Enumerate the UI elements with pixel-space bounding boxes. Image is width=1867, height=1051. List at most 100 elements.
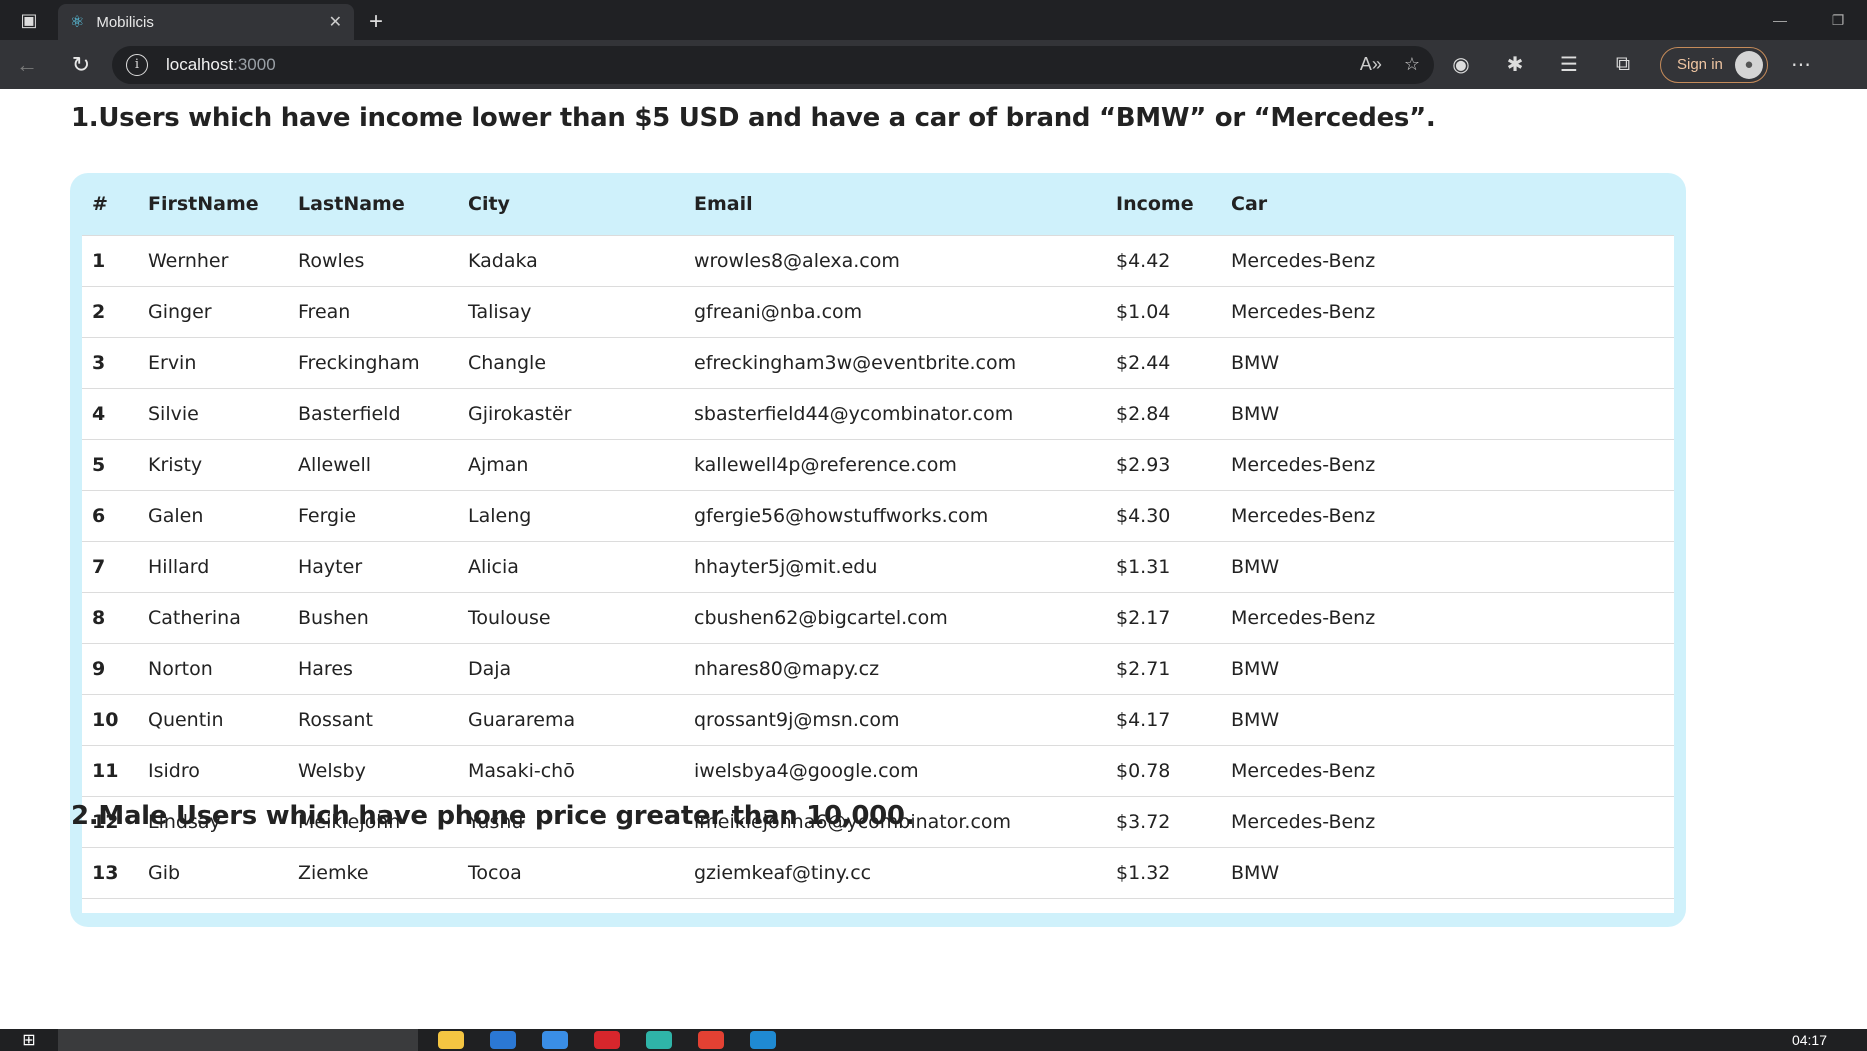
table-cell: Hares [298, 657, 353, 680]
windows-start-icon[interactable]: ⊞ [0, 1030, 58, 1050]
url-port: :3000 [233, 54, 276, 74]
table-cell: Quentin [148, 708, 224, 731]
table-cell: wrowles8@alexa.com [694, 249, 900, 272]
table-cell: Mercedes-Benz [1231, 300, 1376, 323]
column-header: Income [1116, 192, 1194, 215]
section-2-heading: 2.Male Users which have phone price grea… [71, 801, 915, 831]
table-row: 6 Galen Fergie Laleng gfergie56@howstuffwork… [82, 490, 1674, 541]
file-explorer-icon[interactable] [438, 1031, 464, 1049]
chrome-icon[interactable] [698, 1031, 724, 1049]
table-cell: Frean [298, 300, 351, 323]
table-cell: BMW [1231, 555, 1280, 578]
taskbar-clock: 04:17 [1791, 1032, 1827, 1048]
close-tab-icon[interactable]: ✕ [329, 12, 342, 32]
extensions-icon[interactable]: ✱ [1488, 52, 1542, 77]
table-cell: gziemkeaf@tiny.cc [694, 861, 872, 884]
tab-title: Mobilicis [96, 13, 154, 31]
column-header: City [468, 192, 510, 215]
profile-avatar-icon: ● [1734, 50, 1763, 79]
table-bottom-spacer [82, 898, 1674, 913]
table-cell: Wernher [148, 249, 229, 272]
minimize-icon[interactable]: — [1751, 0, 1809, 40]
table-cell: 8 [92, 606, 106, 629]
table-cell: 11 [92, 759, 119, 782]
table-row: 8 Catherina Bushen Toulouse cbushen62@bigcar… [82, 592, 1674, 643]
table-cell: gfergie56@howstuffworks.com [694, 504, 989, 527]
table-cell: $2.17 [1116, 606, 1171, 629]
table-cell: Kristy [148, 453, 203, 476]
table-cell: Rossant [298, 708, 373, 731]
table-cell: Catherina [148, 606, 241, 629]
table-cell: $2.71 [1116, 657, 1171, 680]
table-row: 13 Gib Ziemke Tocoa gziemkeaf@tiny.cc $1.32 BM… [82, 847, 1674, 898]
table-cell: $2.44 [1116, 351, 1171, 374]
table-cell: Laleng [468, 504, 532, 527]
table-cell: Norton [148, 657, 213, 680]
table-cell: Mercedes-Benz [1231, 453, 1376, 476]
new-tab-button[interactable]: + [354, 4, 398, 40]
table-cell: $1.04 [1116, 300, 1171, 323]
table-cell: $1.32 [1116, 861, 1171, 884]
restore-icon[interactable]: ❐ [1809, 0, 1867, 40]
browser-tab[interactable]: ⚛ Mobilicis ✕ [58, 4, 354, 40]
table-row: 9 Norton Hares Daja nhares80@mapy.cz $2.71 BMW [82, 643, 1674, 694]
read-aloud-icon[interactable]: A» [1360, 54, 1382, 75]
table-cell: 10 [92, 708, 119, 731]
reload-button[interactable]: ↻ [54, 40, 108, 89]
table-cell: BMW [1231, 657, 1280, 680]
favorites-icon[interactable]: ☰ [1542, 52, 1596, 77]
table-cell: Gib [148, 861, 181, 884]
table-cell: 5 [92, 453, 106, 476]
table-body: 1 Wernher Rowles Kadaka wrowles8@alexa.com $4… [82, 235, 1674, 898]
table-cell: Tocoa [468, 861, 522, 884]
edge-icon[interactable] [646, 1031, 672, 1049]
table-row: 4 Silvie Basterfield Gjirokastër sbasterfiel… [82, 388, 1674, 439]
browser-tab-strip: ▣ ⚛ Mobilicis ✕ + — ❐ [0, 0, 1867, 40]
table-cell: Ajman [468, 453, 529, 476]
table-row: 1 Wernher Rowles Kadaka wrowles8@alexa.com $4… [82, 235, 1674, 286]
column-header: FirstName [148, 192, 259, 215]
table-cell: 13 [92, 861, 119, 884]
react-favicon-icon: ⚛ [70, 14, 85, 31]
site-info-icon[interactable]: i [126, 53, 148, 76]
table-cell: Hillard [148, 555, 210, 578]
table-cell: Mercedes-Benz [1231, 810, 1376, 833]
table-cell: sbasterfield44@ycombinator.com [694, 402, 1014, 425]
table-cell: cbushen62@bigcartel.com [694, 606, 948, 629]
add-favorite-icon[interactable]: ☆ [1404, 54, 1420, 75]
taskbar-apps [438, 1031, 776, 1049]
table-cell: Alicia [468, 555, 519, 578]
window-controls: — ❐ [1751, 0, 1867, 40]
store-icon[interactable] [542, 1031, 568, 1049]
table-cell: Toulouse [468, 606, 551, 629]
address-bar[interactable]: i localhost :3000 A» ☆ [112, 45, 1434, 84]
table-cell: Gjirokastër [468, 402, 572, 425]
table-header-row: # FirstName LastName City Email Income Car [82, 173, 1674, 235]
copilot-icon[interactable]: ◉ [1434, 52, 1488, 77]
os-taskbar: ⊞ 04:17 [0, 1029, 1867, 1051]
opera-icon[interactable] [594, 1031, 620, 1049]
tab-actions-icon[interactable]: ▣ [0, 0, 58, 40]
table-cell: 1 [92, 249, 106, 272]
table-cell: gfreani@nba.com [694, 300, 863, 323]
section-1-heading: 1.Users which have income lower than $5 … [71, 103, 1436, 133]
table-cell: Guararema [468, 708, 576, 731]
back-button[interactable]: ← [0, 40, 54, 89]
table-row: 2 Ginger Frean Talisay gfreani@nba.com $1.04 M… [82, 286, 1674, 337]
table-cell: $2.84 [1116, 402, 1171, 425]
table-cell: Mercedes-Benz [1231, 759, 1376, 782]
table-cell: iwelsbya4@google.com [694, 759, 919, 782]
table-cell: Talisay [468, 300, 532, 323]
table-cell: BMW [1231, 708, 1280, 731]
mail-icon[interactable] [490, 1031, 516, 1049]
table-cell: 3 [92, 351, 106, 374]
table-row: 5 Kristy Allewell Ajman kallewell4p@referenc… [82, 439, 1674, 490]
sign-in-button[interactable]: Sign in ● [1660, 46, 1768, 83]
collections-icon[interactable]: ⧉ [1596, 53, 1650, 76]
vscode-icon[interactable] [750, 1031, 776, 1049]
taskbar-search-box[interactable] [58, 1029, 418, 1051]
table-row: 11 Isidro Welsby Masaki-chō iwelsbya4@google… [82, 745, 1674, 796]
table-cell: Silvie [148, 402, 199, 425]
more-options-icon[interactable]: ⋯ [1774, 52, 1828, 77]
table-cell: Basterfield [298, 402, 401, 425]
